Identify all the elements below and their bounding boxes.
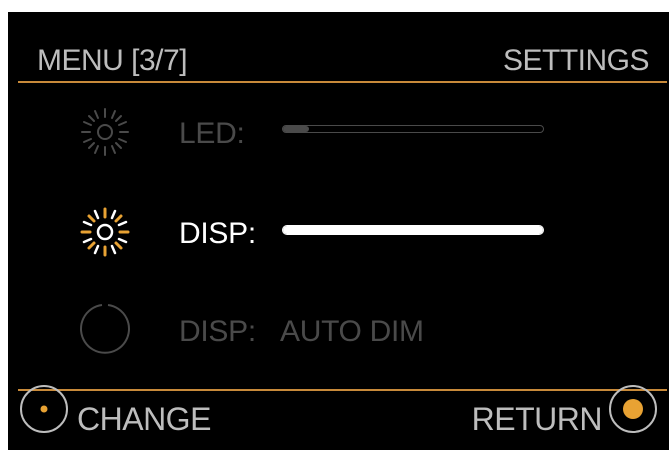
auto-dim-value: AUTO DIM xyxy=(280,315,424,348)
menu-item-display-brightness[interactable]: DISP: xyxy=(8,200,669,270)
header: MENU [3/7] SETTINGS xyxy=(8,12,669,82)
change-knob-icon[interactable] xyxy=(18,383,70,435)
change-label[interactable]: CHANGE xyxy=(77,401,211,438)
header-divider xyxy=(18,81,667,83)
return-button-icon[interactable] xyxy=(607,383,659,435)
led-label: LED: xyxy=(179,117,245,150)
footer-divider xyxy=(18,389,667,391)
menu-page-indicator: MENU [3/7] xyxy=(37,44,188,77)
section-title: SETTINGS xyxy=(502,44,650,77)
brightness-icon xyxy=(81,108,129,156)
display-level-bar[interactable] xyxy=(282,225,544,235)
led-level-bar[interactable] xyxy=(282,125,544,133)
brightness-icon xyxy=(80,207,130,257)
return-label[interactable]: RETURN xyxy=(472,401,603,438)
menu-item-display-auto-dim[interactable]: DISP: AUTO DIM xyxy=(8,297,669,367)
led-level-fill xyxy=(283,126,309,132)
display-label: DISP: xyxy=(179,217,256,250)
circle-icon xyxy=(80,304,130,354)
menu-item-led-brightness[interactable]: LED: xyxy=(8,100,669,170)
auto-dim-label: DISP: xyxy=(179,315,256,348)
menu-screen: MENU [3/7] SETTINGS LED: DISP: DISP: AUT… xyxy=(8,12,669,450)
display-level-fill xyxy=(283,226,543,234)
